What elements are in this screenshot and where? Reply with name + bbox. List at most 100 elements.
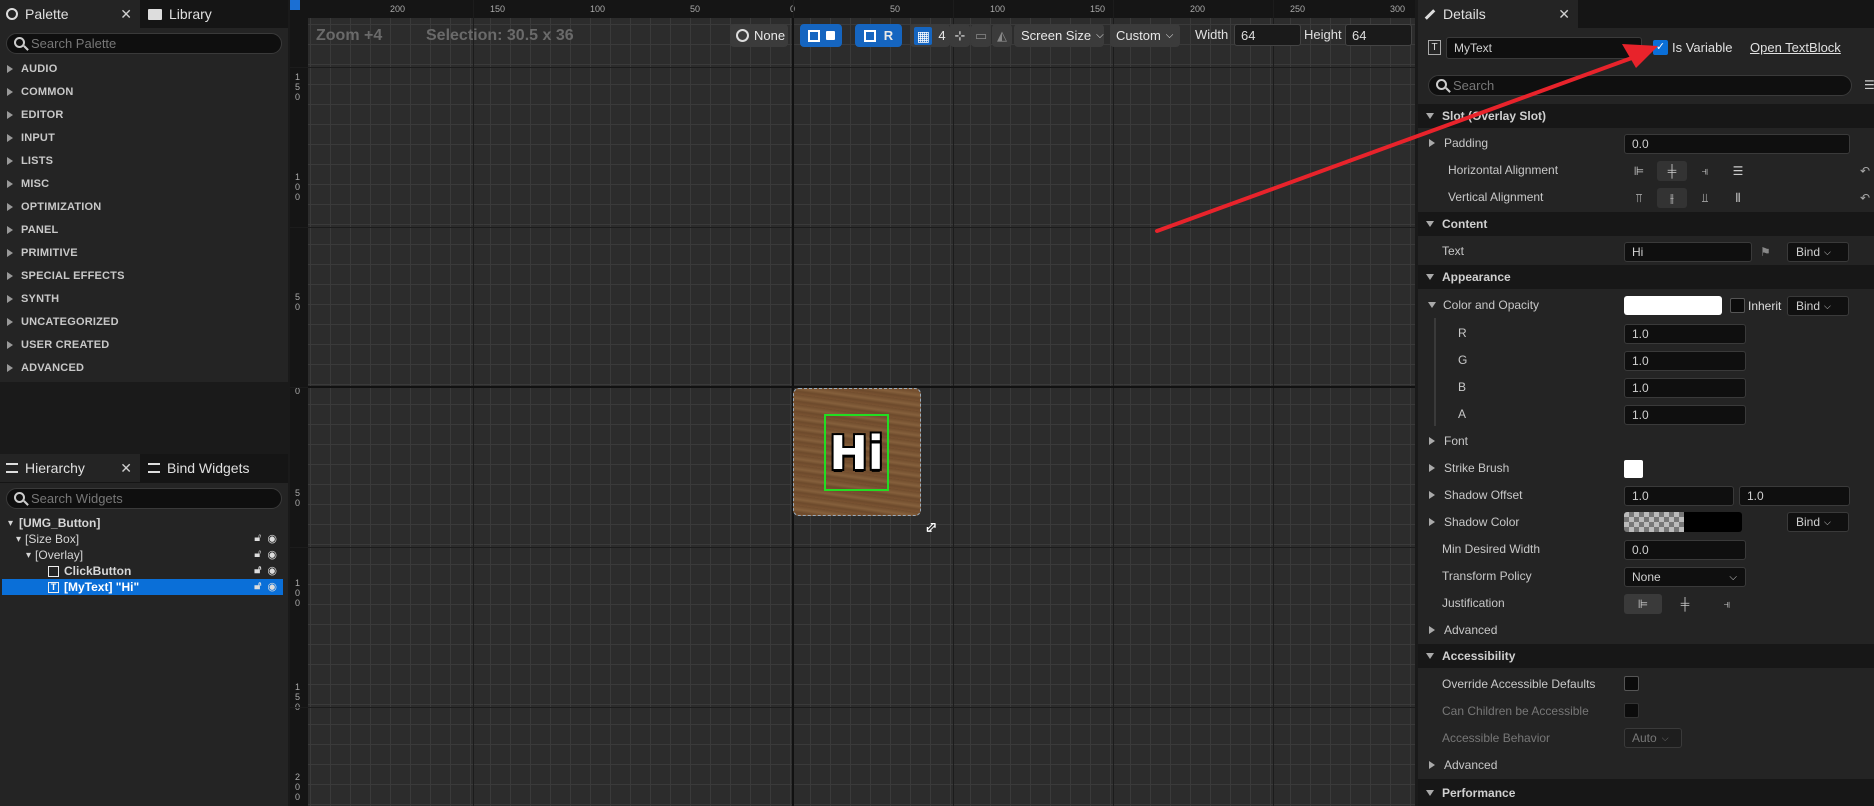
chevron-down-icon[interactable]: ▾ — [26, 550, 31, 561]
halign-center-button[interactable]: ╪ — [1657, 161, 1687, 181]
halign-fill-button[interactable]: ☰ — [1723, 161, 1753, 181]
button-widget-preview[interactable]: Hi — [793, 388, 921, 516]
flag-icon[interactable]: ⚑ — [1760, 245, 1771, 259]
open-textblock-link[interactable]: Open TextBlock — [1750, 40, 1841, 55]
color-bind-button[interactable]: Bind ⌵ — [1787, 296, 1849, 316]
height-input[interactable]: 64 — [1345, 24, 1412, 46]
image-preview-button[interactable]: ▭ — [971, 24, 991, 47]
chevron-down-icon[interactable]: ▾ — [8, 518, 13, 529]
palette-category-special-effects[interactable]: SPECIAL EFFECTS — [0, 265, 285, 287]
transform-policy-dropdown[interactable]: None ⌵ — [1624, 567, 1746, 587]
chevron-down-icon[interactable]: ▾ — [16, 534, 21, 545]
b-input[interactable]: 1.0 — [1624, 378, 1746, 398]
palette-category-uncategorized[interactable]: UNCATEGORIZED — [0, 311, 285, 333]
lock-icon[interactable]: 🔓︎ — [254, 580, 261, 593]
text-bind-button[interactable]: Bind ⌵ — [1787, 242, 1849, 262]
text-widget-selection[interactable]: Hi — [824, 414, 889, 491]
palette-category-advanced[interactable]: ADVANCED — [0, 357, 285, 379]
palette-category-editor[interactable]: EDITOR — [0, 104, 285, 126]
halign-left-button[interactable]: ⊫ — [1624, 161, 1654, 181]
outline-toggle-button[interactable] — [800, 24, 842, 47]
respect-locks-button[interactable]: R — [855, 24, 902, 47]
palette-category-optimization[interactable]: OPTIMIZATION — [0, 196, 285, 218]
justify-center-button[interactable]: ╪ — [1666, 594, 1704, 614]
hit-test-button[interactable]: ⊹ — [950, 24, 970, 47]
palette-category-primitive[interactable]: PRIMITIVE — [0, 242, 285, 264]
color-swatch[interactable] — [1624, 296, 1722, 315]
palette-category-input[interactable]: INPUT — [0, 127, 285, 149]
hierarchy-item[interactable]: ▾ [UMG_Button] — [2, 515, 283, 531]
inherit-checkbox[interactable] — [1730, 298, 1745, 313]
details-search-input[interactable]: Search — [1428, 75, 1852, 96]
fill-screen-dropdown[interactable]: Custom ⌵ — [1110, 24, 1180, 47]
shadow-offset-x-input[interactable]: 1.0 — [1624, 486, 1734, 506]
hierarchy-item[interactable]: ClickButton 🔓︎ ◉ — [2, 563, 283, 579]
eye-icon[interactable]: ◉ — [267, 580, 277, 593]
lock-icon[interactable]: 🔓︎ — [254, 548, 261, 561]
override-accessible-checkbox[interactable] — [1624, 676, 1639, 691]
halign-right-button[interactable]: ⫣ — [1690, 161, 1720, 181]
tab-library[interactable]: Library — [142, 0, 288, 28]
eye-icon[interactable]: ◉ — [267, 548, 277, 561]
width-input[interactable]: 64 — [1234, 24, 1301, 46]
reset-icon[interactable]: ↶ — [1860, 191, 1870, 205]
tab-hierarchy[interactable]: Hierarchy ✕ — [0, 454, 140, 482]
justify-right-button[interactable]: ⫣ — [1708, 594, 1746, 614]
text-input[interactable]: Hi — [1624, 242, 1752, 262]
justify-left-button[interactable]: ⊫ — [1624, 594, 1662, 614]
g-input[interactable]: 1.0 — [1624, 351, 1746, 371]
palette-category-misc[interactable]: MISC — [0, 173, 285, 195]
strike-brush-swatch[interactable] — [1624, 460, 1643, 478]
flip-preview-button[interactable]: ◭ — [992, 24, 1012, 47]
hierarchy-search-input[interactable]: Search Widgets — [6, 488, 282, 509]
shadow-color-bind-button[interactable]: Bind ⌵ — [1787, 512, 1849, 532]
padding-input[interactable]: 0.0 — [1624, 134, 1850, 154]
localization-preview-button[interactable]: None — [730, 24, 788, 47]
designer-canvas[interactable]: 20015010050050100150200250300 1 5 01 0 0… — [290, 0, 1415, 806]
valign-center-button[interactable]: ⫲ — [1657, 188, 1687, 208]
palette-search-input[interactable]: Search Palette — [6, 33, 282, 54]
tab-bind-widgets[interactable]: Bind Widgets — [142, 454, 288, 482]
tab-details[interactable]: Details ✕ — [1418, 0, 1578, 28]
shadow-color-swatch-alpha[interactable] — [1624, 512, 1684, 532]
hierarchy-item[interactable]: ▾ [Size Box] 🔓︎ ◉ — [2, 531, 283, 547]
min-desired-width-input[interactable]: 0.0 — [1624, 540, 1746, 560]
grid-snap-button[interactable]: ▦ 4 — [910, 24, 950, 47]
section-performance[interactable]: Performance — [1418, 779, 1874, 806]
valign-top-button[interactable]: ⫪ — [1624, 188, 1654, 208]
settings-icon[interactable]: ☰ — [1864, 78, 1874, 92]
a-input[interactable]: 1.0 — [1624, 405, 1746, 425]
shadow-color-swatch[interactable] — [1684, 512, 1742, 532]
hierarchy-item[interactable]: T [MyText] "Hi" 🔓︎ ◉ — [2, 579, 283, 595]
lock-icon[interactable]: 🔓︎ — [254, 532, 261, 545]
eye-icon[interactable]: ◉ — [267, 564, 277, 577]
section-content[interactable]: Content — [1418, 212, 1874, 236]
palette-category-audio[interactable]: AUDIO — [0, 58, 285, 80]
palette-category-common[interactable]: COMMON — [0, 81, 285, 103]
section-appearance[interactable]: Appearance — [1418, 265, 1874, 289]
valign-fill-button[interactable]: ⦀ — [1723, 188, 1753, 208]
close-icon[interactable]: ✕ — [120, 460, 132, 477]
hierarchy-item[interactable]: ▾ [Overlay] 🔓︎ ◉ — [2, 547, 283, 563]
is-variable-checkbox[interactable]: ✓ — [1653, 40, 1668, 55]
close-icon[interactable]: ✕ — [1558, 6, 1570, 23]
resize-handle-icon[interactable]: ⇕ — [919, 516, 943, 540]
close-icon[interactable]: ✕ — [120, 6, 132, 23]
prop-advanced[interactable]: Advanced — [1418, 617, 1874, 643]
section-accessibility[interactable]: Accessibility — [1418, 644, 1874, 668]
prop-advanced-2[interactable]: Advanced — [1418, 752, 1874, 778]
r-input[interactable]: 1.0 — [1624, 324, 1746, 344]
valign-bottom-button[interactable]: ⫫ — [1690, 188, 1720, 208]
palette-category-lists[interactable]: LISTS — [0, 150, 285, 172]
shadow-offset-y-input[interactable]: 1.0 — [1739, 486, 1850, 506]
eye-icon[interactable]: ◉ — [267, 532, 277, 545]
palette-category-user-created[interactable]: USER CREATED — [0, 334, 285, 356]
lock-icon[interactable]: 🔓︎ — [254, 564, 261, 577]
widget-name-input[interactable]: MyText — [1446, 37, 1642, 59]
section-slot[interactable]: Slot (Overlay Slot) — [1418, 104, 1874, 128]
screen-size-dropdown[interactable]: Screen Size ⌵ — [1014, 24, 1104, 47]
tab-palette[interactable]: Palette ✕ — [0, 0, 140, 28]
reset-icon[interactable]: ↶ — [1860, 164, 1870, 178]
palette-category-panel[interactable]: PANEL — [0, 219, 285, 241]
palette-category-synth[interactable]: SYNTH — [0, 288, 285, 310]
